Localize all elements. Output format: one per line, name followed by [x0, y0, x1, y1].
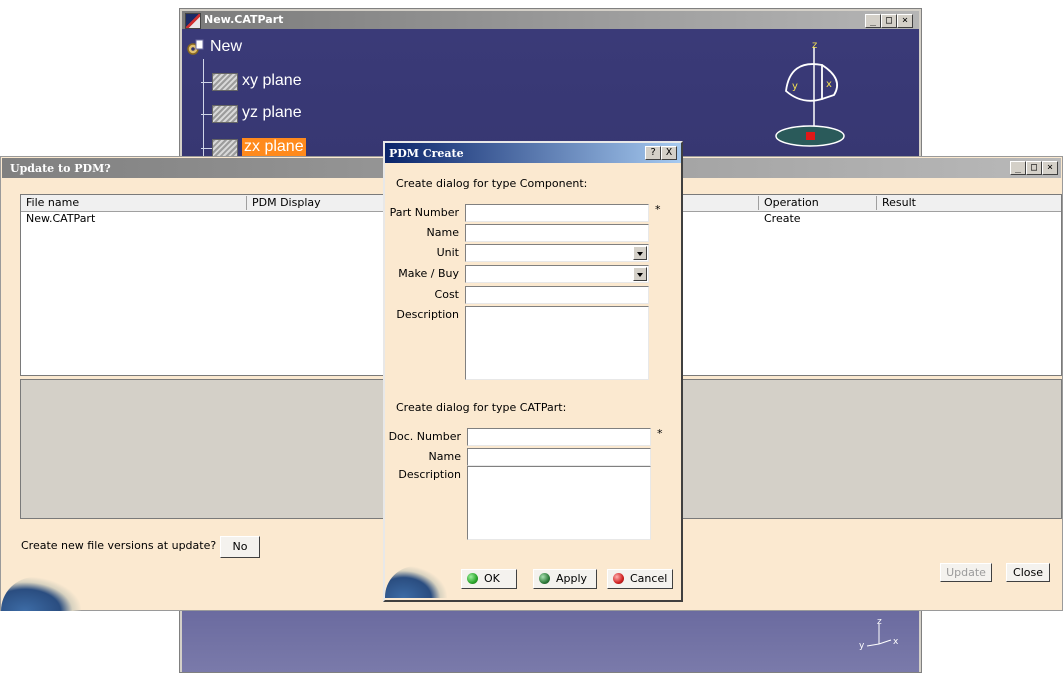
catia-window-controls: _ □ ×: [865, 14, 913, 28]
column-header-result[interactable]: Result: [877, 196, 1061, 210]
update-button[interactable]: Update: [940, 563, 992, 582]
cell-file-name: New.CATPart: [26, 212, 96, 225]
help-icon[interactable]: ?: [645, 146, 661, 160]
doc-description-textarea[interactable]: [467, 466, 651, 540]
column-header-operation[interactable]: Operation: [759, 196, 877, 210]
part-gear-icon: [187, 39, 204, 55]
catia-titlebar[interactable]: New.CATPart _ □ ×: [182, 11, 919, 29]
apply-button[interactable]: Apply: [533, 569, 597, 589]
minimize-icon[interactable]: _: [1010, 161, 1026, 175]
pdm-dialog-title: PDM Create: [389, 147, 464, 160]
close-button[interactable]: Close: [1006, 563, 1050, 582]
cancel-button[interactable]: Cancel: [607, 569, 673, 589]
close-icon[interactable]: ×: [1042, 161, 1058, 175]
tree-item-label: yz plane: [242, 104, 302, 121]
ok-button-label: OK: [484, 572, 500, 585]
axis-x-label: x: [893, 637, 899, 647]
catia-window-title: New.CATPart: [204, 13, 284, 26]
catia-logo-icon: [1, 577, 81, 611]
plane-icon: [212, 105, 238, 123]
doc-number-label: Doc. Number: [388, 430, 461, 443]
catia-app-icon: [185, 13, 201, 29]
catpart-section-label: Create dialog for type CATPart:: [396, 401, 567, 414]
tree-item-label-selected: zx plane: [242, 138, 306, 156]
description-label: Description: [396, 308, 459, 321]
unit-label: Unit: [436, 246, 459, 259]
name-label: Name: [426, 226, 459, 239]
unit-select[interactable]: [465, 244, 649, 262]
tree-branch: [201, 148, 212, 149]
make-buy-select[interactable]: [465, 265, 649, 283]
minimize-icon[interactable]: _: [865, 14, 881, 28]
column-header-file-name[interactable]: File name: [21, 196, 247, 210]
required-marker: *: [657, 427, 663, 440]
tree-branch: [201, 114, 212, 115]
maximize-icon[interactable]: □: [1026, 161, 1042, 175]
ok-button[interactable]: OK: [461, 569, 517, 589]
close-icon[interactable]: X: [661, 146, 677, 160]
chevron-down-icon[interactable]: [633, 246, 647, 260]
axis-y-label: y: [859, 641, 865, 651]
name-field[interactable]: [465, 224, 649, 242]
doc-description-label: Description: [398, 468, 461, 481]
doc-name-label: Name: [428, 450, 461, 463]
doc-number-field[interactable]: [467, 428, 651, 446]
tree-root-label: New: [210, 38, 243, 55]
make-buy-label: Make / Buy: [398, 267, 459, 280]
ok-icon: [467, 573, 478, 584]
compass-x-label: x: [826, 79, 832, 90]
cell-operation: Create: [764, 212, 801, 225]
update-window-controls: _ □ ×: [1010, 161, 1058, 175]
axis-z-label: z: [877, 617, 882, 627]
versions-prompt-label: Create new file versions at update?: [21, 539, 217, 552]
close-icon[interactable]: ×: [897, 14, 913, 28]
tree-root[interactable]: New: [187, 38, 243, 56]
tree-item-label: xy plane: [242, 72, 302, 89]
axis-triad-icon: z x y: [859, 617, 899, 651]
part-number-label: Part Number: [389, 206, 459, 219]
plane-icon: [212, 73, 238, 91]
description-textarea[interactable]: [465, 306, 649, 380]
component-section-label: Create dialog for type Component:: [396, 177, 588, 190]
pdm-dialog-titlebar[interactable]: PDM Create ? X: [385, 143, 681, 163]
versions-no-button[interactable]: No: [220, 536, 260, 558]
cancel-icon: [613, 573, 624, 584]
cancel-button-label: Cancel: [630, 572, 668, 585]
doc-name-field[interactable]: [467, 448, 651, 466]
plane-icon: [212, 139, 238, 157]
apply-button-label: Apply: [556, 572, 588, 585]
apply-icon: [539, 573, 550, 584]
compass-y-label: y: [792, 81, 798, 92]
maximize-icon[interactable]: □: [881, 14, 897, 28]
part-number-field[interactable]: [465, 204, 649, 222]
pdm-create-dialog: PDM Create ? X Create dialog for type Co…: [383, 141, 683, 602]
catia-logo-icon: [385, 566, 447, 598]
tree-branch: [201, 82, 212, 83]
required-marker: *: [655, 203, 661, 216]
update-window-title: Update to PDM?: [10, 162, 111, 175]
chevron-down-icon[interactable]: [633, 267, 647, 281]
compass-z-label: z: [812, 40, 817, 51]
pdm-dialog-controls: ? X: [645, 146, 677, 160]
compass-icon[interactable]: z y x: [762, 39, 872, 151]
cost-field[interactable]: [465, 286, 649, 304]
cost-label: Cost: [434, 288, 459, 301]
